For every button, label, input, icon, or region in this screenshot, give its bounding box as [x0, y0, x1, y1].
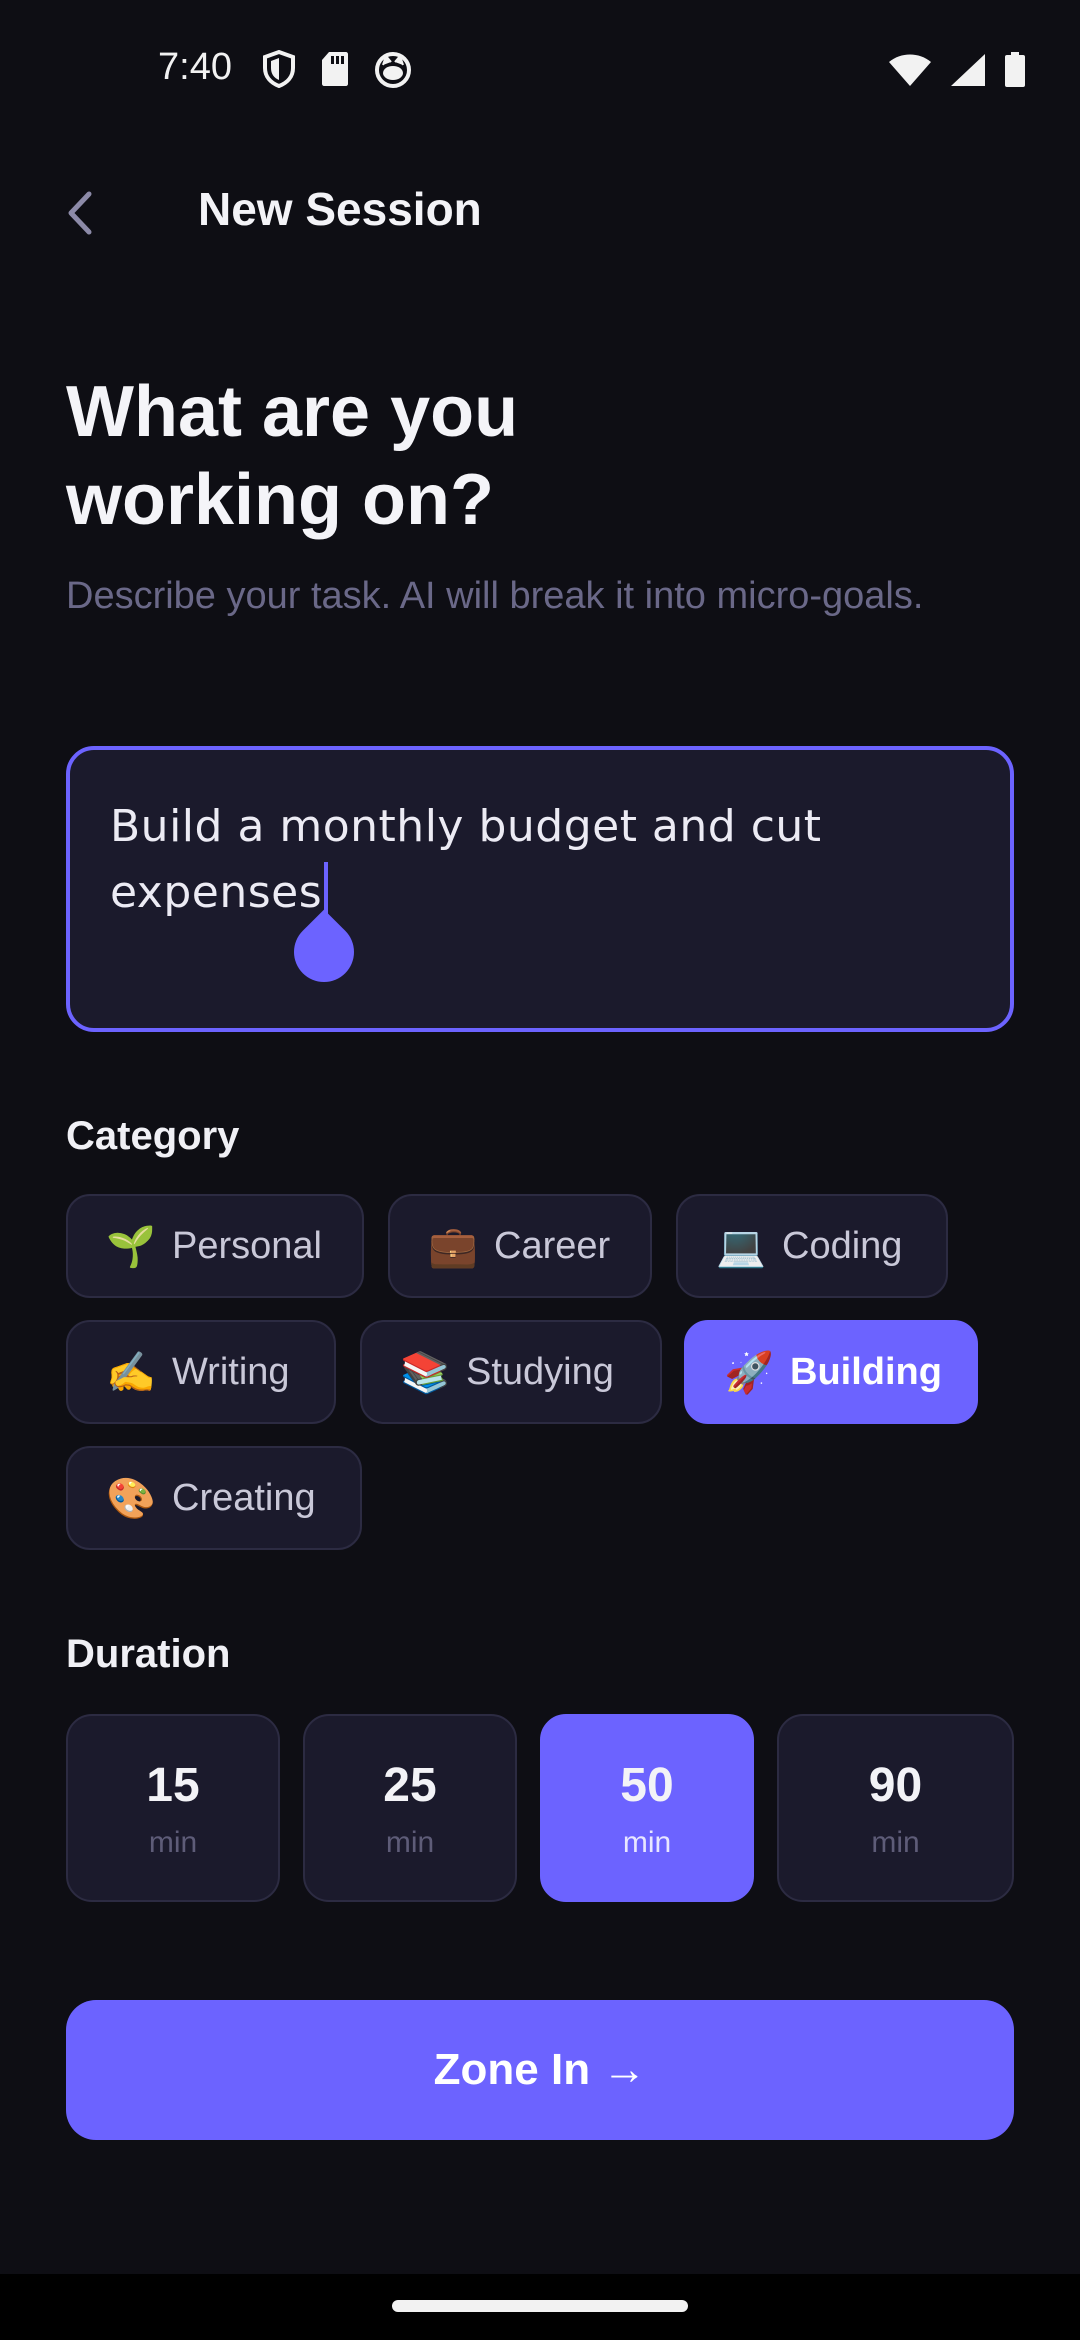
page-title: New Session [198, 183, 482, 235]
shield-icon [263, 50, 295, 88]
duration-value: 15 [146, 1759, 200, 1812]
duration-value: 25 [383, 1759, 437, 1812]
home-gesture-handle[interactable] [392, 2300, 688, 2312]
category-chip-label: Career [494, 1224, 611, 1267]
sd-card-icon [322, 52, 348, 86]
chevron-left-icon [68, 191, 92, 235]
battery-icon [1005, 52, 1025, 87]
duration-value: 90 [868, 1759, 923, 1812]
category-chip-coding[interactable]: 💻 Coding [676, 1194, 948, 1298]
category-chip-label: Personal [172, 1224, 322, 1267]
duration-unit: min [622, 1826, 672, 1859]
wifi-icon [889, 54, 931, 86]
category-chip-personal[interactable]: 🌱 Personal [66, 1194, 364, 1298]
duration-value: 50 [620, 1759, 674, 1812]
books-icon: 📚 [400, 1350, 450, 1395]
category-chip-label: Creating [172, 1476, 316, 1519]
palette-icon: 🎨 [106, 1476, 156, 1521]
cellular-signal-icon [951, 54, 985, 86]
duration-unit: min [385, 1826, 435, 1859]
prompt-heading-line2: working on? [66, 460, 494, 540]
category-chip-writing[interactable]: ✍️ Writing [66, 1320, 336, 1424]
task-input-line2: expenses [110, 867, 323, 918]
category-label: Category [66, 1114, 240, 1158]
category-chip-studying[interactable]: 📚 Studying [360, 1320, 662, 1424]
briefcase-icon: 💼 [428, 1224, 478, 1269]
rocket-icon: 🚀 [724, 1350, 774, 1395]
laptop-icon: 💻 [716, 1224, 766, 1269]
cat-face-icon [375, 52, 411, 88]
duration-option-15[interactable]: 15 min [66, 1714, 280, 1902]
category-chip-label: Coding [782, 1224, 903, 1267]
writing-hand-icon: ✍️ [106, 1350, 156, 1395]
task-input-value[interactable]: Build a monthly budget and cut expenses [110, 794, 970, 926]
duration-unit: min [871, 1826, 920, 1859]
duration-label: Duration [66, 1632, 231, 1676]
status-notification-icons [262, 50, 412, 88]
status-system-icons [888, 52, 1026, 88]
seedling-icon: 🌱 [106, 1224, 156, 1269]
status-bar: 7:40 [0, 0, 1080, 140]
category-chip-building[interactable]: 🚀 Building [684, 1320, 978, 1424]
prompt-description: Describe your task. AI will break it int… [66, 575, 924, 617]
category-chip-career[interactable]: 💼 Career [388, 1194, 652, 1298]
category-chip-label: Studying [466, 1350, 614, 1393]
prompt-heading: What are you working on? [66, 368, 966, 544]
duration-option-90[interactable]: 90 min [777, 1714, 1014, 1902]
status-time: 7:40 [158, 46, 232, 88]
new-session-screen: 7:40 New Session What are you working on… [0, 0, 1080, 2340]
duration-option-25[interactable]: 25 min [303, 1714, 517, 1902]
duration-unit: min [148, 1826, 198, 1859]
back-button[interactable] [52, 178, 108, 248]
task-input-line1: Build a monthly budget and cut [110, 801, 822, 852]
category-chip-label: Building [790, 1350, 942, 1393]
prompt-heading-line1: What are you [66, 372, 519, 452]
task-input[interactable]: Build a monthly budget and cut expenses [66, 746, 1014, 1032]
zone-in-button[interactable]: Zone In → [66, 2000, 1014, 2140]
duration-option-50[interactable]: 50 min [540, 1714, 754, 1902]
category-chip-label: Writing [172, 1350, 290, 1393]
category-chip-creating[interactable]: 🎨 Creating [66, 1446, 362, 1550]
